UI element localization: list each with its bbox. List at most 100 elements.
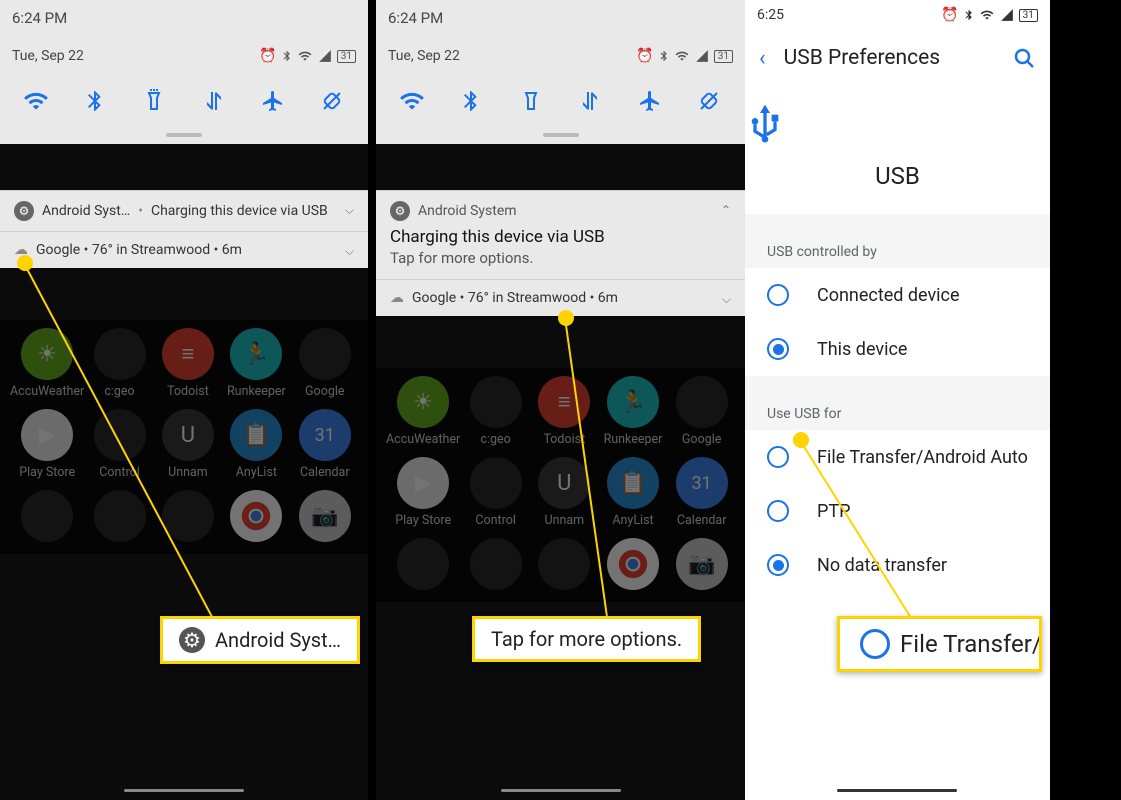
flashlight-icon[interactable] (136, 83, 172, 119)
date: Tue, Sep 22 (388, 48, 460, 64)
wifi-icon[interactable] (394, 83, 430, 119)
chevron-down-icon[interactable]: ⌵ (345, 244, 354, 259)
app-folder-1[interactable] (386, 538, 460, 594)
android-system-icon: ⚙ (390, 201, 410, 221)
app-chrome[interactable] (223, 490, 289, 546)
radio-icon (767, 338, 789, 360)
app-folder-1[interactable] (10, 490, 84, 546)
search-icon[interactable] (1012, 46, 1036, 70)
status-bar: 6:25 ⏰ 31 (745, 0, 1050, 30)
nav-bar[interactable] (745, 780, 1050, 800)
app-google[interactable]: Google (668, 376, 735, 447)
app-runkeeper[interactable]: 🏃Runkeeper (600, 376, 667, 447)
weather-notification[interactable]: ☁ Google • 76° in Streamwood • 6m ⌵ (0, 231, 368, 268)
android-system-notification[interactable]: ⚙ Android Syst… • Charging this device v… (0, 190, 368, 231)
app-control[interactable]: Control (462, 457, 529, 528)
app-anylist[interactable]: 📋AnyList (223, 409, 289, 480)
rotate-icon[interactable] (314, 83, 350, 119)
android-system-notification-expanded[interactable]: ⚙ Android System ⌃ Charging this device … (376, 190, 745, 279)
alarm-icon: ⏰ (636, 48, 653, 64)
option-this-device[interactable]: This device (745, 322, 1050, 376)
app-folder-2[interactable] (462, 538, 529, 594)
app-label: Runkeeper (227, 384, 286, 399)
app-folder-2[interactable] (86, 490, 152, 546)
rotate-icon[interactable] (691, 83, 727, 119)
app-cgeo[interactable]: c:geo (86, 328, 152, 399)
date-status-row: Tue, Sep 22 ⏰ 31 (376, 36, 745, 76)
weather-text: Google • 76° in Streamwood • 6m (36, 242, 354, 258)
annotation-dot (793, 432, 809, 448)
app-grid: ☀AccuWeather c:geo ≡Todoist 🏃Runkeeper G… (0, 320, 368, 554)
quick-settings-row (0, 76, 368, 126)
option-connected-device[interactable]: Connected device (745, 268, 1050, 322)
app-accuweather[interactable]: ☀AccuWeather (386, 376, 460, 447)
app-playstore[interactable]: ▶Play Store (386, 457, 460, 528)
app-label: Google (682, 432, 721, 447)
signal-icon (999, 8, 1015, 22)
app-folder-3[interactable] (155, 490, 221, 546)
option-file-transfer[interactable]: File Transfer/Android Auto (745, 430, 1050, 484)
notif-app-name: Android System (418, 203, 517, 219)
app-grid: ☀AccuWeather c:geo ≡Todoist 🏃Runkeeper G… (376, 368, 745, 602)
back-button[interactable]: ‹ (759, 46, 766, 71)
app-label: Todoist (167, 384, 209, 399)
app-anylist[interactable]: 📋AnyList (600, 457, 667, 528)
signal-icon (694, 49, 710, 63)
shade-handle[interactable] (0, 126, 368, 144)
app-runkeeper[interactable]: 🏃Runkeeper (223, 328, 289, 399)
app-bar: ‹ USB Preferences (745, 30, 1050, 86)
bluetooth-icon[interactable] (77, 83, 113, 119)
app-calendar[interactable]: 31Calendar (668, 457, 735, 528)
nav-bar[interactable] (0, 780, 368, 800)
app-unnam[interactable]: UUnnam (155, 409, 221, 480)
app-camera[interactable]: 📷 (668, 538, 735, 594)
nav-bar[interactable] (376, 780, 745, 800)
app-label: c:geo (104, 384, 134, 399)
option-label: File Transfer/Android Auto (817, 447, 1028, 468)
app-todoist[interactable]: ≡Todoist (531, 376, 598, 447)
app-label: Play Store (19, 465, 75, 480)
status-time: 6:24 PM (12, 9, 67, 27)
callout-text: Android Syst… (215, 628, 341, 652)
chevron-up-icon[interactable]: ⌃ (721, 203, 731, 217)
status-bar: 6:24 PM (0, 0, 368, 36)
date-status-row: Tue, Sep 22 ⏰ 31 (0, 36, 368, 76)
app-label: AnyList (236, 465, 277, 480)
bluetooth-icon[interactable] (453, 83, 489, 119)
airplane-icon[interactable] (255, 83, 291, 119)
chevron-down-icon[interactable]: ⌵ (722, 292, 731, 307)
option-no-data-transfer[interactable]: No data transfer (745, 538, 1050, 592)
option-ptp[interactable]: PTP (745, 484, 1050, 538)
app-accuweather[interactable]: ☀AccuWeather (10, 328, 84, 399)
radio-icon (767, 500, 789, 522)
option-label: This device (817, 339, 907, 360)
wifi-icon[interactable] (18, 83, 54, 119)
app-folder-3[interactable] (531, 538, 598, 594)
callout-file-transfer: File Transfer/ (837, 616, 1042, 672)
app-label: Play Store (395, 513, 451, 528)
data-icon[interactable] (196, 83, 232, 119)
app-todoist[interactable]: ≡Todoist (155, 328, 221, 399)
callout-tap-options: Tap for more options. (472, 616, 701, 662)
shade-handle[interactable] (376, 126, 745, 144)
airplane-icon[interactable] (632, 83, 668, 119)
app-playstore[interactable]: ▶Play Store (10, 409, 84, 480)
app-label: Google (305, 384, 344, 399)
chevron-down-icon[interactable]: ⌵ (345, 203, 354, 218)
app-calendar[interactable]: 31Calendar (292, 409, 358, 480)
app-google[interactable]: Google (292, 328, 358, 399)
flashlight-icon[interactable] (513, 83, 549, 119)
annotation-dot (17, 255, 33, 271)
app-cgeo[interactable]: c:geo (462, 376, 529, 447)
app-chrome[interactable] (600, 538, 667, 594)
app-camera[interactable]: 📷 (292, 490, 358, 546)
annotation-dot (558, 310, 574, 326)
status-icons: ⏰ 31 (636, 48, 733, 64)
battery-icon: 31 (1019, 9, 1038, 22)
android-system-icon: ⚙ (14, 201, 34, 221)
data-icon[interactable] (572, 83, 608, 119)
quick-settings-row (376, 76, 745, 126)
notif-app-name: Android Syst… (42, 203, 130, 219)
app-label: AccuWeather (10, 384, 84, 399)
screen-1-notification-shade: 6:24 PM Tue, Sep 22 ⏰ 31 (0, 0, 368, 800)
